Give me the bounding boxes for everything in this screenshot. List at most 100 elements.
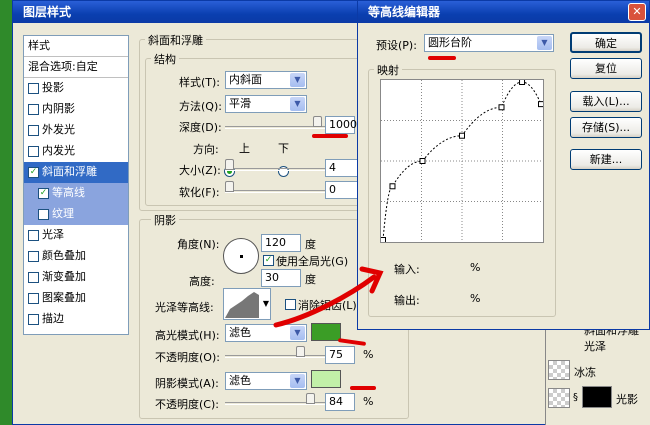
input-percent: %	[470, 261, 481, 274]
input-label: 输入:	[394, 263, 420, 276]
new-button[interactable]: 新建...	[570, 149, 642, 170]
bevel-group-label: 斜面和浮雕	[145, 32, 206, 48]
preset-select[interactable]: 圆形台阶 ▼	[424, 34, 554, 52]
size-slider-track[interactable]	[225, 168, 325, 171]
shadow-mode-label: 阴影模式(A):	[155, 377, 219, 390]
layer-mask-thumb	[582, 386, 612, 408]
shadow-mode-select[interactable]: 滤色 ▼	[225, 372, 307, 390]
annotation-depth-underline	[312, 134, 348, 138]
angle-input[interactable]: 120	[261, 234, 301, 252]
curve-control-point[interactable]	[389, 183, 396, 190]
curve-control-point[interactable]	[459, 132, 465, 139]
curve-control-point[interactable]	[419, 158, 426, 164]
checkbox[interactable]	[28, 292, 39, 304]
annotation-underline	[428, 56, 456, 60]
direction-label: 方向:	[193, 143, 219, 156]
layer-name-freeze[interactable]: 冰冻	[574, 364, 596, 380]
style-list: 样式 混合选项:自定 投影 内阴影 外发光 内发光 斜面和浮雕 等高线 纹理 光…	[23, 35, 129, 335]
checkbox[interactable]	[38, 208, 49, 220]
dial-center	[240, 255, 243, 258]
highlight-opacity-input[interactable]: 75	[325, 346, 355, 364]
shadow-opacity-input[interactable]: 84	[325, 393, 355, 411]
chevron-down-icon: ▼	[262, 299, 269, 308]
checkbox[interactable]	[28, 166, 39, 178]
highlight-opacity-percent: %	[363, 348, 374, 361]
gloss-contour-thumbnail	[225, 292, 259, 318]
style-item-outer-glow[interactable]: 外发光	[24, 120, 128, 141]
blending-options-item[interactable]: 混合选项:自定	[24, 57, 128, 78]
style-item-color-overlay[interactable]: 颜色叠加	[24, 246, 128, 267]
layer-effect-satin[interactable]: 光泽	[584, 338, 606, 354]
save-button[interactable]: 存储(S)...	[570, 117, 642, 138]
style-item-stroke[interactable]: 描边	[24, 309, 128, 330]
style-item-pattern-overlay[interactable]: 图案叠加	[24, 288, 128, 309]
curve-control-point[interactable]	[498, 104, 505, 111]
checkbox[interactable]	[28, 250, 39, 262]
checkbox[interactable]	[38, 187, 49, 199]
curve-control-point[interactable]	[519, 79, 526, 85]
ok-button[interactable]: 确定	[570, 32, 642, 53]
layer-name-light[interactable]: 光影	[616, 391, 638, 407]
method-select[interactable]: 平滑 ▼	[225, 95, 307, 113]
reset-button[interactable]: 复位	[570, 58, 642, 79]
chevron-down-icon: ▼	[290, 73, 305, 87]
altitude-label: 高度:	[189, 275, 215, 288]
close-button[interactable]: ✕	[628, 3, 646, 21]
checkbox[interactable]	[28, 82, 39, 94]
checkbox[interactable]	[28, 229, 39, 241]
chevron-down-icon: ▼	[537, 36, 552, 50]
layers-panel: 斜面和浮雕 光泽 冰冻 § 光影	[545, 320, 650, 425]
size-slider-thumb[interactable]	[225, 159, 234, 170]
checkbox[interactable]	[28, 124, 39, 136]
shading-group-label: 阴影	[151, 212, 179, 228]
highlight-opacity-track[interactable]	[225, 355, 325, 358]
style-item-texture[interactable]: 纹理	[24, 204, 128, 225]
contour-graph[interactable]	[380, 79, 544, 243]
depth-slider-thumb[interactable]	[313, 116, 322, 127]
style-item-bevel-emboss[interactable]: 斜面和浮雕	[24, 162, 128, 183]
shadow-opacity-thumb[interactable]	[306, 393, 315, 404]
depth-slider-track[interactable]	[225, 126, 325, 129]
style-item-inner-shadow[interactable]: 内阴影	[24, 99, 128, 120]
style-select[interactable]: 内斜面 ▼	[225, 71, 307, 89]
style-label: 样式(T):	[179, 76, 221, 89]
soften-slider-track[interactable]	[225, 190, 325, 193]
highlight-opacity-thumb[interactable]	[296, 346, 305, 357]
gloss-contour-picker[interactable]: ▼	[223, 288, 271, 320]
load-button[interactable]: 载入(L)...	[570, 91, 642, 112]
depth-input[interactable]: 1000	[325, 116, 357, 134]
contour-editor-dialog: 等高线编辑器 ✕ 预设(P): 圆形台阶 ▼ 映射 输入: % 输出: % 确定 …	[357, 0, 650, 330]
checkbox[interactable]	[28, 145, 39, 157]
checkbox[interactable]	[28, 271, 39, 283]
checkbox[interactable]	[28, 313, 39, 325]
direction-down-label: 下	[278, 142, 289, 155]
close-icon: ✕	[632, 5, 642, 18]
chain-icon: §	[573, 392, 578, 403]
highlight-opacity-label: 不透明度(O):	[155, 351, 220, 364]
size-label: 大小(Z):	[179, 164, 221, 177]
annotation-opacity2-underline	[350, 386, 376, 390]
curve-control-point[interactable]	[380, 237, 386, 243]
style-item-satin[interactable]: 光泽	[24, 225, 128, 246]
curve-control-point[interactable]	[538, 101, 544, 108]
direction-up-label: 上	[239, 142, 250, 155]
layer-thumb-freeze	[548, 360, 570, 380]
highlight-mode-label: 高光模式(H):	[155, 329, 220, 342]
angle-dial[interactable]	[223, 238, 259, 274]
soften-label: 软化(F):	[179, 186, 220, 199]
soften-slider-thumb[interactable]	[225, 181, 234, 192]
style-item-contour[interactable]: 等高线	[24, 183, 128, 204]
style-item-drop-shadow[interactable]: 投影	[24, 78, 128, 99]
method-label: 方法(Q):	[179, 100, 222, 113]
checkbox[interactable]	[28, 103, 39, 115]
shadow-opacity-label: 不透明度(C):	[155, 398, 219, 411]
style-item-inner-glow[interactable]: 内发光	[24, 141, 128, 162]
angle-label: 角度(N):	[177, 238, 220, 251]
shadow-color-swatch[interactable]	[311, 370, 341, 388]
style-item-gradient-overlay[interactable]: 渐变叠加	[24, 267, 128, 288]
angle-degree: 度	[305, 238, 316, 251]
annotation-arrow	[273, 266, 384, 328]
style-list-header[interactable]: 样式	[24, 36, 128, 57]
contour-curve-svg	[380, 79, 544, 243]
output-percent: %	[470, 292, 481, 305]
